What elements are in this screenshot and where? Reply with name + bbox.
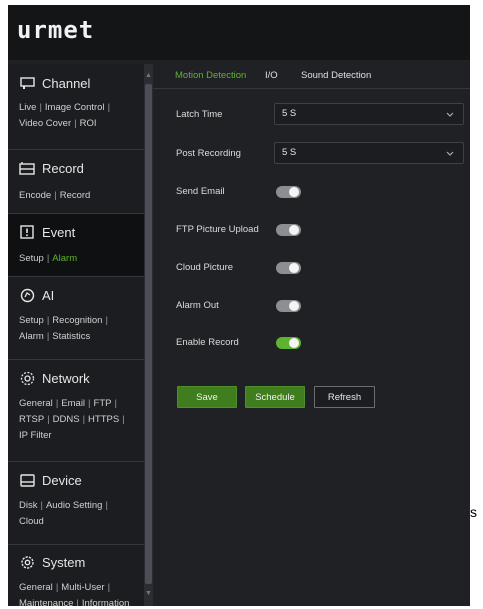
sidebar-links-network: General | Email | FTP | RTSP | DDNS | HTTPS | IP F… [19, 398, 125, 441]
sidebar-link-roi[interactable]: ROI [80, 118, 97, 129]
brand-logo: urmet [17, 16, 95, 44]
cloud-picture-toggle[interactable] [276, 262, 301, 274]
post-recording-value: 5 S [282, 147, 297, 158]
sidebar-section-device: Device Disk | Audio Setting | Cloud [8, 462, 144, 545]
schedule-button[interactable]: Schedule [245, 386, 305, 408]
sidebar-item-network[interactable]: Network [19, 370, 90, 386]
post-recording-label: Post Recording [176, 148, 241, 159]
sidebar-link-ai-setup[interactable]: Setup [19, 315, 44, 326]
tab-bar: Motion Detection I/O Sound Detection [153, 64, 470, 89]
sidebar-item-device[interactable]: Device [19, 472, 82, 488]
sidebar-scrollbar[interactable]: ▲ ▼ [144, 64, 153, 606]
ai-icon [19, 287, 35, 303]
sidebar-link-disk[interactable]: Disk [19, 500, 37, 511]
sidebar-link-ddns[interactable]: DDNS [53, 414, 80, 425]
sidebar-link-record[interactable]: Record [60, 190, 91, 201]
sidebar-link-ai-alarm[interactable]: Alarm [19, 331, 44, 342]
sidebar-link-email[interactable]: Email [61, 398, 85, 409]
scrollbar-thumb[interactable] [145, 84, 152, 584]
sidebar-item-system[interactable]: System [19, 554, 85, 570]
tab-motion-detection[interactable]: Motion Detection [175, 70, 246, 81]
sidebar-link-audio-setting[interactable]: Audio Setting [46, 500, 103, 511]
scroll-up-icon[interactable]: ▲ [144, 72, 153, 80]
sidebar: Channel Live | Image Control | Video Cover |… [8, 64, 144, 606]
sidebar-links-channel: Live | Image Control | Video Cover | ROI [19, 102, 111, 129]
sidebar-item-ai[interactable]: AI [19, 287, 54, 303]
cloud-picture-label: Cloud Picture [176, 262, 234, 273]
sidebar-link-video-cover[interactable]: Video Cover [19, 118, 71, 129]
sidebar-link-information[interactable]: Information [82, 598, 130, 606]
sidebar-link-statistics[interactable]: Statistics [52, 331, 90, 342]
sidebar-link-encode[interactable]: Encode [19, 190, 51, 201]
sidebar-links-system: General | Multi-User | Maintenance | Informat… [19, 580, 143, 606]
save-button[interactable]: Save [177, 386, 237, 408]
sidebar-link-rtsp[interactable]: RTSP [19, 414, 44, 425]
enable-record-toggle[interactable] [276, 337, 301, 349]
chevron-down-icon [445, 104, 455, 124]
sidebar-section-record: Record Encode | Record [8, 150, 144, 214]
enable-record-label: Enable Record [176, 337, 239, 348]
sidebar-links-ai: Setup | Recognition | Alarm | Statistics [19, 315, 108, 342]
sidebar-item-record[interactable]: Record [19, 160, 84, 176]
event-icon [19, 224, 35, 240]
sidebar-links-event: Setup | Alarm [19, 253, 78, 264]
sidebar-link-network-general[interactable]: General [19, 398, 53, 409]
stray-text: s [470, 504, 477, 520]
app-window: urmet Channel Live | Image Control | Video … [8, 5, 470, 606]
scroll-down-icon[interactable]: ▼ [144, 590, 153, 598]
ftp-picture-upload-toggle[interactable] [276, 224, 301, 236]
alarm-out-label: Alarm Out [176, 300, 219, 311]
sidebar-link-live[interactable]: Live [19, 102, 36, 113]
sidebar-link-event-setup[interactable]: Setup [19, 253, 44, 264]
record-icon [19, 160, 35, 176]
sidebar-link-system-general[interactable]: General [19, 582, 53, 593]
gear-icon [19, 554, 35, 570]
main-content: Motion Detection I/O Sound Detection Lat… [153, 64, 470, 606]
sidebar-section-event: Event Setup | Alarm [8, 214, 144, 277]
latch-time-select[interactable]: 5 S [274, 103, 464, 125]
sidebar-link-image-control[interactable]: Image Control [45, 102, 105, 113]
sidebar-link-maintenance[interactable]: Maintenance [19, 598, 73, 606]
sidebar-link-cloud[interactable]: Cloud [19, 516, 44, 527]
sidebar-links-device: Disk | Audio Setting | Cloud [19, 500, 108, 527]
sidebar-item-channel[interactable]: Channel [19, 75, 90, 91]
send-email-label: Send Email [176, 186, 225, 197]
monitor-icon [19, 75, 35, 91]
sidebar-link-https[interactable]: HTTPS [88, 414, 119, 425]
sidebar-section-system: System General | Multi-User | Maintenance | I… [8, 545, 144, 607]
sidebar-link-ip-filter[interactable]: IP Filter [19, 430, 52, 441]
ftp-picture-upload-label: FTP Picture Upload [176, 224, 259, 235]
sidebar-link-ftp[interactable]: FTP [94, 398, 112, 409]
chevron-down-icon [445, 143, 455, 163]
sidebar-item-event[interactable]: Event [19, 224, 75, 240]
latch-time-label: Latch Time [176, 109, 223, 120]
alarm-out-toggle[interactable] [276, 300, 301, 312]
sidebar-link-recognition[interactable]: Recognition [52, 315, 102, 326]
post-recording-select[interactable]: 5 S [274, 142, 464, 164]
sidebar-section-channel: Channel Live | Image Control | Video Cover |… [8, 64, 144, 150]
sidebar-link-multi-user[interactable]: Multi-User [61, 582, 104, 593]
sidebar-link-event-alarm[interactable]: Alarm [52, 253, 77, 264]
sidebar-section-ai: AI Setup | Recognition | Alarm | Statistics [8, 277, 144, 360]
refresh-button[interactable]: Refresh [314, 386, 375, 408]
sidebar-links-record: Encode | Record [19, 190, 91, 201]
network-icon [19, 370, 35, 386]
sidebar-section-network: Network General | Email | FTP | RTSP | DDNS | HTT… [8, 360, 144, 462]
send-email-toggle[interactable] [276, 186, 301, 198]
device-icon [19, 472, 35, 488]
tab-sound-detection[interactable]: Sound Detection [301, 70, 371, 81]
tab-io[interactable]: I/O [265, 70, 278, 81]
top-bar: urmet [8, 5, 470, 60]
latch-time-value: 5 S [282, 108, 297, 119]
